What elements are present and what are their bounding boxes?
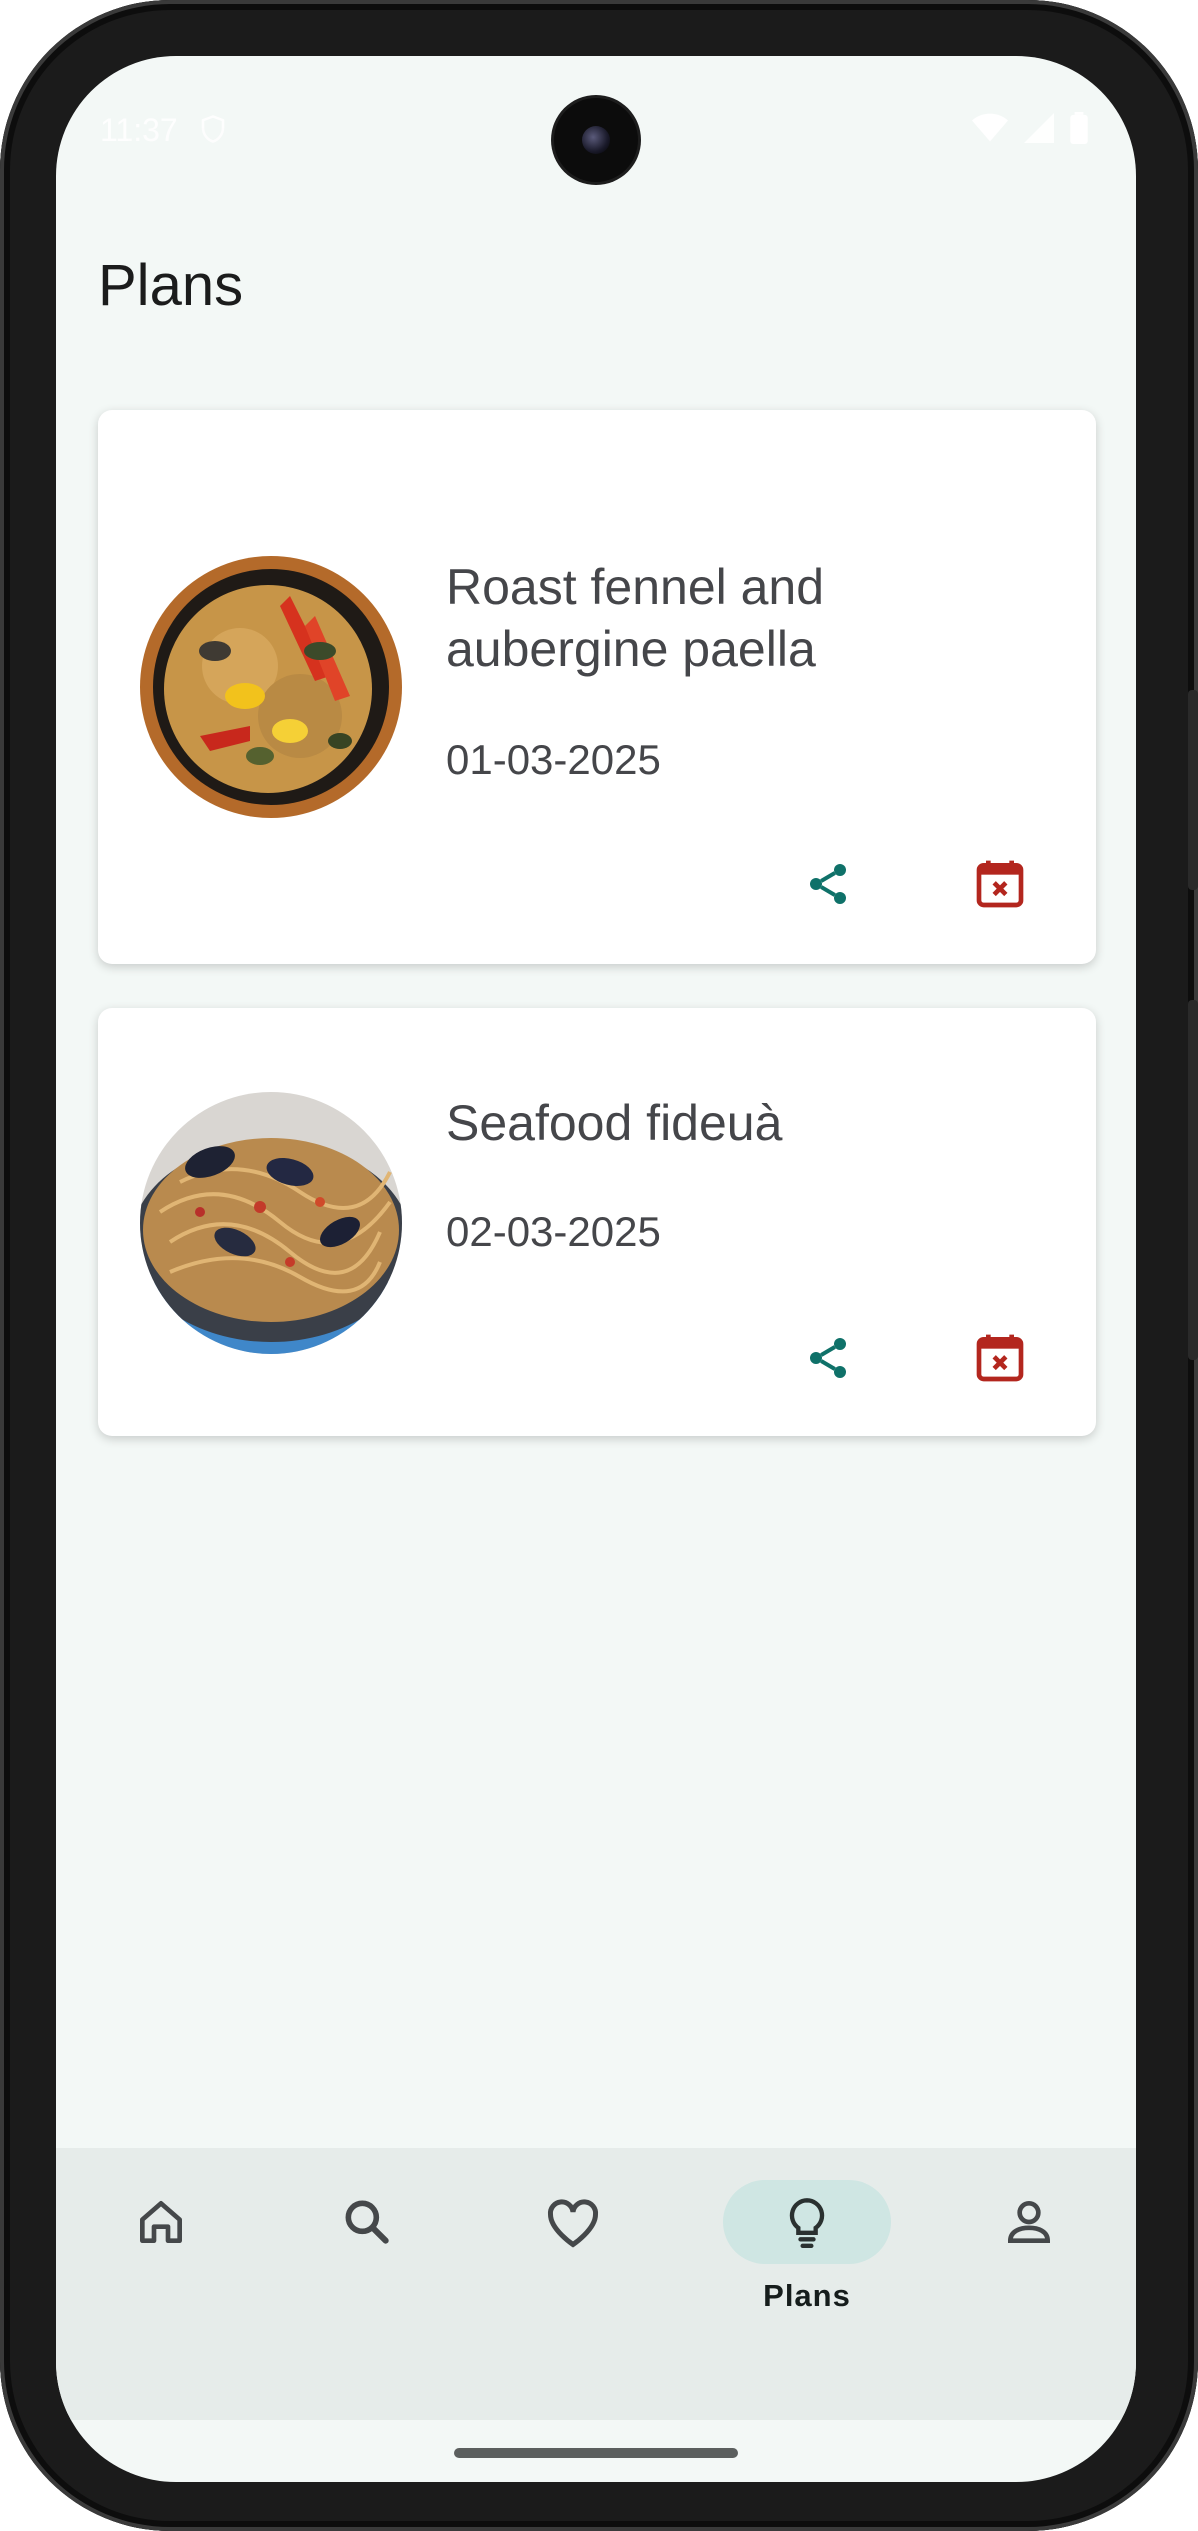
device-frame: 11:37 Plans Roast fennel and aubergine p… [0,0,1198,2531]
nav-plans-pill [723,2180,891,2264]
heart-icon [547,2199,599,2248]
recipe-image [140,556,402,818]
nav-profile-pill [945,2180,1113,2264]
page-title: Plans [98,253,244,318]
battery-icon [1070,112,1088,152]
plan-card[interactable]: Roast fennel and aubergine paella 01-03-… [98,410,1096,964]
home-indicator[interactable] [454,2448,738,2458]
person-icon [1007,2201,1051,2243]
share-button[interactable] [788,844,868,924]
front-camera [554,98,638,182]
lightbulb-icon [789,2198,825,2248]
remove-from-plan-button[interactable] [960,844,1040,924]
nav-search[interactable] [272,2148,462,2420]
bottom-navigation: Plans [56,2148,1136,2420]
nav-search-pill [283,2180,451,2264]
power-button [1188,1000,1198,1360]
shield-icon [198,112,228,154]
app-screen: 11:37 Plans Roast fennel and aubergine p… [56,56,1136,2482]
home-icon [140,2201,183,2243]
nav-plans[interactable]: Plans [712,2148,902,2420]
volume-button [1188,690,1198,890]
plan-date: 02-03-2025 [446,1208,661,1255]
recipe-image [140,1092,402,1354]
search-icon [345,2200,389,2244]
plan-date: 01-03-2025 [446,736,661,783]
share-icon [810,864,846,904]
nav-favorites[interactable] [478,2148,668,2420]
calendar-remove-icon [976,1334,1024,1382]
nav-favorites-pill [489,2180,657,2264]
recipe-name: Roast fennel and aubergine paella [446,559,825,677]
calendar-remove-icon [976,860,1024,908]
signal-icon [1024,113,1054,151]
nav-home[interactable] [66,2148,256,2420]
share-icon [810,1338,846,1378]
status-icons [972,112,1088,152]
wifi-icon [972,113,1008,151]
status-time: 11:37 [100,112,178,148]
share-button[interactable] [788,1318,868,1398]
recipe-name: Seafood fideuà [446,1095,783,1151]
remove-from-plan-button[interactable] [960,1318,1040,1398]
nav-home-pill [77,2180,245,2264]
plan-card[interactable]: Seafood fideuà 02-03-2025 [98,1008,1096,1436]
nav-plans-label: Plans [763,2278,851,2313]
nav-profile[interactable] [934,2148,1124,2420]
